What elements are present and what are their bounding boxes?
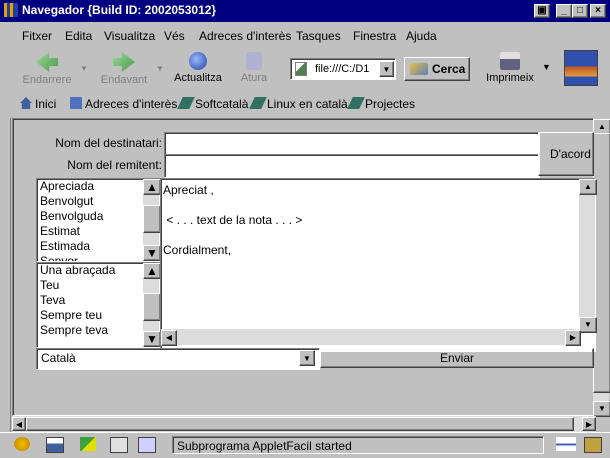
recipient-label: Nom del destinatari:	[55, 136, 162, 150]
page-hscrollbar-bar[interactable]: ◀ ▶	[12, 416, 596, 432]
menu-ajuda[interactable]: Ajuda	[406, 29, 437, 43]
app-icon	[4, 3, 18, 17]
page-icon	[295, 62, 307, 76]
closings-list[interactable]: Una abraçada Teu Teva Sempre teu Sempre …	[36, 262, 162, 348]
url-dropdown-button[interactable]: ▼	[379, 61, 394, 77]
composer-icon[interactable]	[80, 437, 96, 451]
recipient-field[interactable]	[164, 132, 540, 156]
scroll-left-button[interactable]: ◀	[12, 417, 26, 431]
stop-icon	[246, 52, 262, 70]
print-button[interactable]: Imprimeix	[484, 52, 536, 84]
menu-adreces[interactable]: Adreces d'interès	[199, 29, 291, 43]
scroll-up-button[interactable]: ▲	[579, 179, 597, 195]
close-button[interactable]: ×	[590, 4, 606, 18]
back-button[interactable]: Endarrere	[22, 52, 72, 86]
note-vscrollbar[interactable]: ▲ ▼	[579, 179, 597, 333]
note-line: Apreciat ,	[163, 183, 214, 197]
minimize-button[interactable]: _	[556, 4, 572, 18]
scroll-left-button[interactable]: ◀	[161, 330, 177, 346]
url-text: file:///C:/D1	[315, 63, 370, 75]
send-button[interactable]: Enviar	[320, 348, 594, 368]
forward-dropdown-icon[interactable]: ▼	[156, 64, 164, 73]
reload-icon	[189, 52, 207, 70]
search-button[interactable]: Cerca	[404, 57, 470, 81]
bookmark-adreces[interactable]: Adreces d'interès	[70, 97, 177, 111]
back-arrow-icon	[36, 52, 58, 72]
maximize-button[interactable]: □	[572, 4, 588, 18]
sender-field[interactable]	[164, 154, 540, 178]
greetings-scrollbar[interactable]: ▲ ▼	[143, 179, 161, 261]
scroll-down-button[interactable]: ▼	[143, 245, 161, 261]
restore-small-button[interactable]: ▣	[534, 4, 550, 18]
note-textarea[interactable]: Apreciat , < . . . text de la nota . . .…	[160, 178, 597, 352]
menu-finestra[interactable]: Finestra	[353, 29, 396, 43]
hscroll-thumb[interactable]	[26, 417, 574, 431]
forward-arrow-icon	[113, 52, 135, 72]
note-hscrollbar[interactable]: ◀ ▶	[161, 329, 581, 346]
status-text: Subprograma AppletFacil started	[172, 436, 544, 454]
window-title: Navegador {Build ID: 2002053012}	[22, 3, 217, 17]
stop-button[interactable]: Atura	[234, 52, 274, 84]
scroll-up-button[interactable]: ▲	[143, 263, 161, 279]
note-line	[161, 228, 595, 243]
browser-logo	[564, 50, 598, 86]
closings-scrollbar[interactable]: ▲ ▼	[143, 263, 161, 347]
scroll-thumb[interactable]	[143, 205, 161, 233]
bookmarks-icon	[70, 97, 82, 109]
scroll-right-button[interactable]: ▶	[582, 417, 596, 431]
scroll-down-button[interactable]: ▼	[593, 401, 610, 417]
bookmark-projectes[interactable]: Projectes	[347, 97, 415, 111]
personal-toolbar: Inici Adreces d'interès Softcatalà Linux…	[12, 93, 610, 115]
forward-button[interactable]: Endavant	[96, 52, 152, 86]
greetings-list[interactable]: Apreciada Benvolgut Benvolguda Estimat E…	[36, 178, 162, 262]
printer-icon	[500, 52, 520, 70]
irc-icon[interactable]	[138, 437, 156, 453]
menu-visualitza[interactable]: Visualitza	[104, 29, 155, 43]
language-dropdown-button[interactable]: ▼	[299, 350, 315, 366]
menu-ves[interactable]: Vés	[164, 29, 185, 43]
navigator-icon[interactable]	[14, 437, 30, 451]
scroll-down-button[interactable]: ▼	[579, 317, 597, 333]
reload-button[interactable]: Actualitza	[172, 52, 224, 84]
mail-icon[interactable]	[46, 437, 64, 453]
url-field[interactable]: file:///C:/D1 ▼	[290, 58, 396, 80]
menu-edita[interactable]: Edita	[65, 29, 92, 43]
link-icon	[249, 97, 267, 109]
sender-label: Nom del remitent:	[67, 158, 162, 172]
link-icon	[347, 97, 365, 109]
home-icon	[20, 97, 32, 109]
online-status-icon[interactable]	[556, 437, 576, 451]
bookmark-softcatala[interactable]: Softcatalà	[177, 97, 248, 111]
bookmark-linux[interactable]: Linux en català	[249, 97, 348, 111]
menu-bar: Fitxer Edita Visualitza Vés Adreces d'in…	[0, 27, 610, 47]
scroll-down-button[interactable]: ▼	[143, 331, 161, 347]
bookmark-inici[interactable]: Inici	[20, 97, 56, 111]
security-lock-icon[interactable]	[584, 437, 602, 453]
note-line: Cordialment,	[163, 243, 232, 257]
note-line: < . . . text de la nota . . . >	[163, 213, 303, 227]
sidebar-grip[interactable]	[0, 118, 11, 432]
menu-tasques[interactable]: Tasques	[296, 29, 341, 43]
search-icon	[410, 63, 428, 75]
scroll-thumb[interactable]	[143, 293, 161, 321]
addressbook-icon[interactable]	[110, 437, 128, 453]
scroll-right-button[interactable]: ▶	[565, 330, 581, 346]
menu-fitxer[interactable]: Fitxer	[22, 29, 52, 43]
link-icon	[177, 97, 195, 109]
back-dropdown-icon[interactable]: ▼	[80, 64, 88, 73]
title-bar: Navegador {Build ID: 2002053012} ▣ _ □ ×	[0, 0, 610, 22]
language-select[interactable]: Català ▼	[36, 348, 320, 370]
note-line	[161, 198, 595, 213]
print-dropdown-icon[interactable]: ▼	[542, 62, 551, 72]
ok-button[interactable]: D'acord	[538, 132, 594, 176]
scroll-up-button[interactable]: ▲	[143, 179, 161, 195]
